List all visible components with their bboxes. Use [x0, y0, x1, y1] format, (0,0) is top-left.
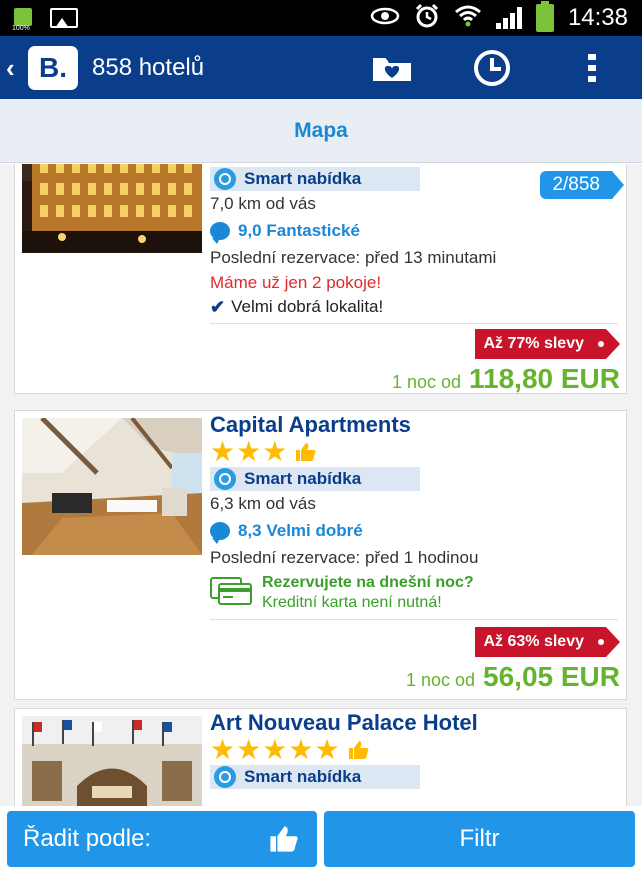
credit-card-icon	[210, 577, 252, 605]
lightbulb-icon	[214, 168, 236, 190]
favorites-folder-icon[interactable]	[362, 43, 422, 93]
page-title: 858 hotelů	[92, 53, 205, 81]
hotel-photo	[22, 716, 202, 806]
chevron-left-icon[interactable]: ‹	[6, 55, 24, 81]
hotel-list[interactable]: ★★★★★ Smart nabídka 7,0 km od vás 9,0 Fa…	[0, 164, 642, 806]
distance-text: 6,3 km od vás	[210, 494, 316, 513]
thumbs-up-icon	[294, 442, 316, 462]
scarcity-text: Máme už jen 2 pokoje!	[210, 273, 382, 292]
discount-badge: Až 77% slevy	[475, 329, 620, 359]
hotel-card[interactable]: Art Nouveau Palace Hotel ★ ★ ★ ★ ★ Smart nab…	[14, 708, 627, 806]
hotel-photo	[22, 164, 202, 253]
review-score: 8,3 Velmi dobré	[210, 517, 618, 545]
wifi-icon	[454, 4, 482, 32]
feature-line: ✔ Velmi dobrá lokalita!	[210, 296, 384, 317]
overflow-menu-icon[interactable]	[562, 43, 622, 93]
eye-icon	[370, 6, 400, 30]
booking-logo[interactable]: B.	[28, 45, 78, 90]
signal-icon	[495, 7, 522, 29]
star-rating: ★★★★★	[210, 164, 618, 165]
price-line: 1 noc od 56,05 EUR	[405, 661, 620, 692]
image-icon	[50, 8, 78, 28]
hotel-photo	[22, 418, 202, 555]
android-battery-icon: 100%	[12, 4, 34, 32]
checkmark-icon: ✔	[210, 296, 226, 317]
filter-button[interactable]: Filtr	[324, 811, 635, 867]
sort-button[interactable]: Řadit podle:	[7, 811, 317, 867]
speech-bubble-icon	[210, 522, 230, 544]
app-bar: ‹ B. 858 hotelů	[0, 36, 642, 99]
lightbulb-icon	[214, 766, 236, 788]
map-tab-label: Mapa	[294, 118, 348, 142]
hotel-card[interactable]: Capital Apartments ★ ★ ★ Smart nabídka 6,3…	[14, 410, 627, 700]
clock-time: 14:38	[567, 4, 628, 31]
discount-badge: Až 63% slevy	[475, 627, 620, 657]
star-rating: ★★★★★	[210, 736, 618, 764]
review-score: 9,0 Fantastické	[210, 217, 618, 245]
map-tab[interactable]: Mapa	[0, 99, 642, 163]
smart-offer-badge: Smart nabídka	[210, 467, 420, 491]
speech-bubble-icon	[210, 222, 230, 244]
last-booking-text: Poslední rezervace: před 13 minutami	[210, 248, 497, 267]
thumbs-up-icon	[347, 740, 369, 760]
star-rating: ★ ★ ★	[210, 438, 618, 466]
battery-icon	[535, 1, 554, 32]
smart-offer-badge: Smart nabídka	[210, 167, 420, 191]
no-credit-card-note: Rezervujete na dnešní noc? Kreditní kart…	[210, 573, 618, 613]
bottom-bar: Řadit podle: Filtr	[0, 806, 642, 871]
history-clock-icon[interactable]	[462, 43, 522, 93]
last-booking-text: Poslední rezervace: před 1 hodinou	[210, 548, 479, 567]
hotel-card[interactable]: ★★★★★ Smart nabídka 7,0 km od vás 9,0 Fa…	[14, 164, 627, 394]
filter-button-label: Filtr	[459, 825, 500, 852]
sort-button-label: Řadit podle:	[23, 825, 152, 852]
result-counter-badge: 2/858	[540, 171, 624, 199]
hotel-name[interactable]: Capital Apartments	[210, 411, 618, 439]
smart-offer-badge: Smart nabídka	[210, 765, 420, 789]
hotel-name[interactable]: Art Nouveau Palace Hotel	[210, 709, 618, 737]
status-bar: 100% 14:38	[0, 0, 642, 36]
thumbs-up-icon	[267, 825, 299, 853]
alarm-icon	[414, 3, 440, 33]
lightbulb-icon	[214, 468, 236, 490]
price-line: 1 noc od 118,80 EUR	[391, 363, 620, 394]
